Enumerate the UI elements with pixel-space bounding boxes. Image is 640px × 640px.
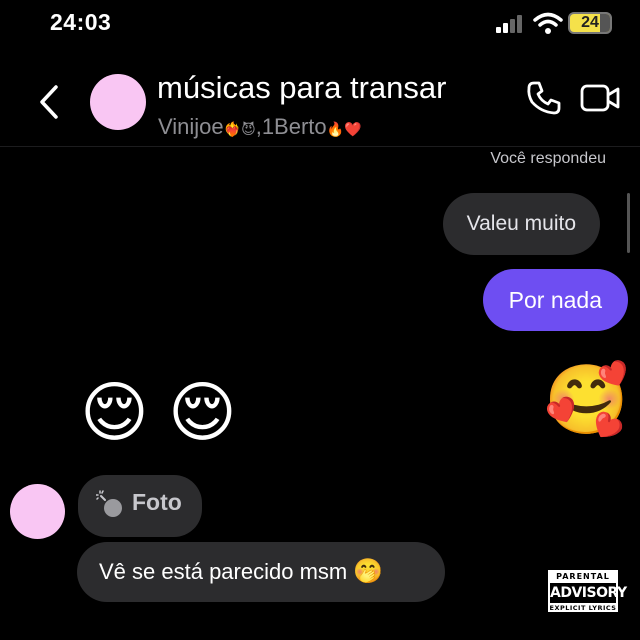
replied-indicator: Você respondeu bbox=[490, 150, 606, 167]
battery-level: 24 bbox=[581, 14, 599, 31]
quoted-message-bubble[interactable]: Valeu muito bbox=[442, 193, 600, 255]
photo-message-label: Foto bbox=[132, 489, 182, 515]
sent-message-bubble[interactable]: Por nada bbox=[482, 269, 628, 331]
advisory-middle-text: ADVISORY bbox=[550, 583, 627, 603]
group-avatar[interactable] bbox=[90, 74, 146, 130]
relieved-face-emoji[interactable]: 😌 bbox=[168, 372, 237, 452]
phone-call-icon[interactable] bbox=[526, 80, 562, 116]
smiling-face-with-hearts-emoji[interactable]: 🥰 bbox=[544, 360, 629, 440]
chat-title[interactable]: músicas para transar bbox=[157, 70, 446, 106]
member-name: 1Berto bbox=[261, 114, 327, 139]
scrollbar[interactable] bbox=[627, 193, 630, 253]
advisory-top-text: PARENTAL bbox=[556, 572, 610, 581]
wifi-icon bbox=[533, 12, 563, 34]
hand-over-mouth-emoji: 🤭 bbox=[353, 558, 384, 585]
parental-advisory-logo: PARENTAL ADVISORY EXPLICIT LYRICS bbox=[546, 568, 627, 614]
status-time: 24:03 bbox=[50, 9, 112, 35]
back-chevron-icon[interactable] bbox=[34, 84, 64, 120]
video-call-icon[interactable] bbox=[580, 80, 622, 116]
battery-icon: 24 bbox=[568, 12, 612, 34]
header-divider bbox=[0, 146, 640, 147]
received-message-bubble[interactable]: Vê se está parecido msm 🤭 bbox=[77, 542, 445, 602]
bomb-icon bbox=[96, 490, 122, 517]
chat-members-subtitle[interactable]: Vinijoe❤️‍🔥😈,1Berto🔥❤️ bbox=[158, 114, 362, 140]
sender-avatar[interactable] bbox=[10, 484, 65, 539]
message-text: Vê se está parecido msm bbox=[99, 559, 348, 584]
advisory-bottom-text: EXPLICIT LYRICS bbox=[549, 604, 617, 612]
member-emoji: ❤️‍🔥😈 bbox=[223, 121, 256, 137]
member-emoji: 🔥❤️ bbox=[326, 121, 362, 137]
member-name: Vinijoe bbox=[158, 114, 224, 139]
relieved-face-emoji[interactable]: 😌 bbox=[80, 372, 149, 452]
cellular-signal-icon bbox=[496, 15, 522, 33]
